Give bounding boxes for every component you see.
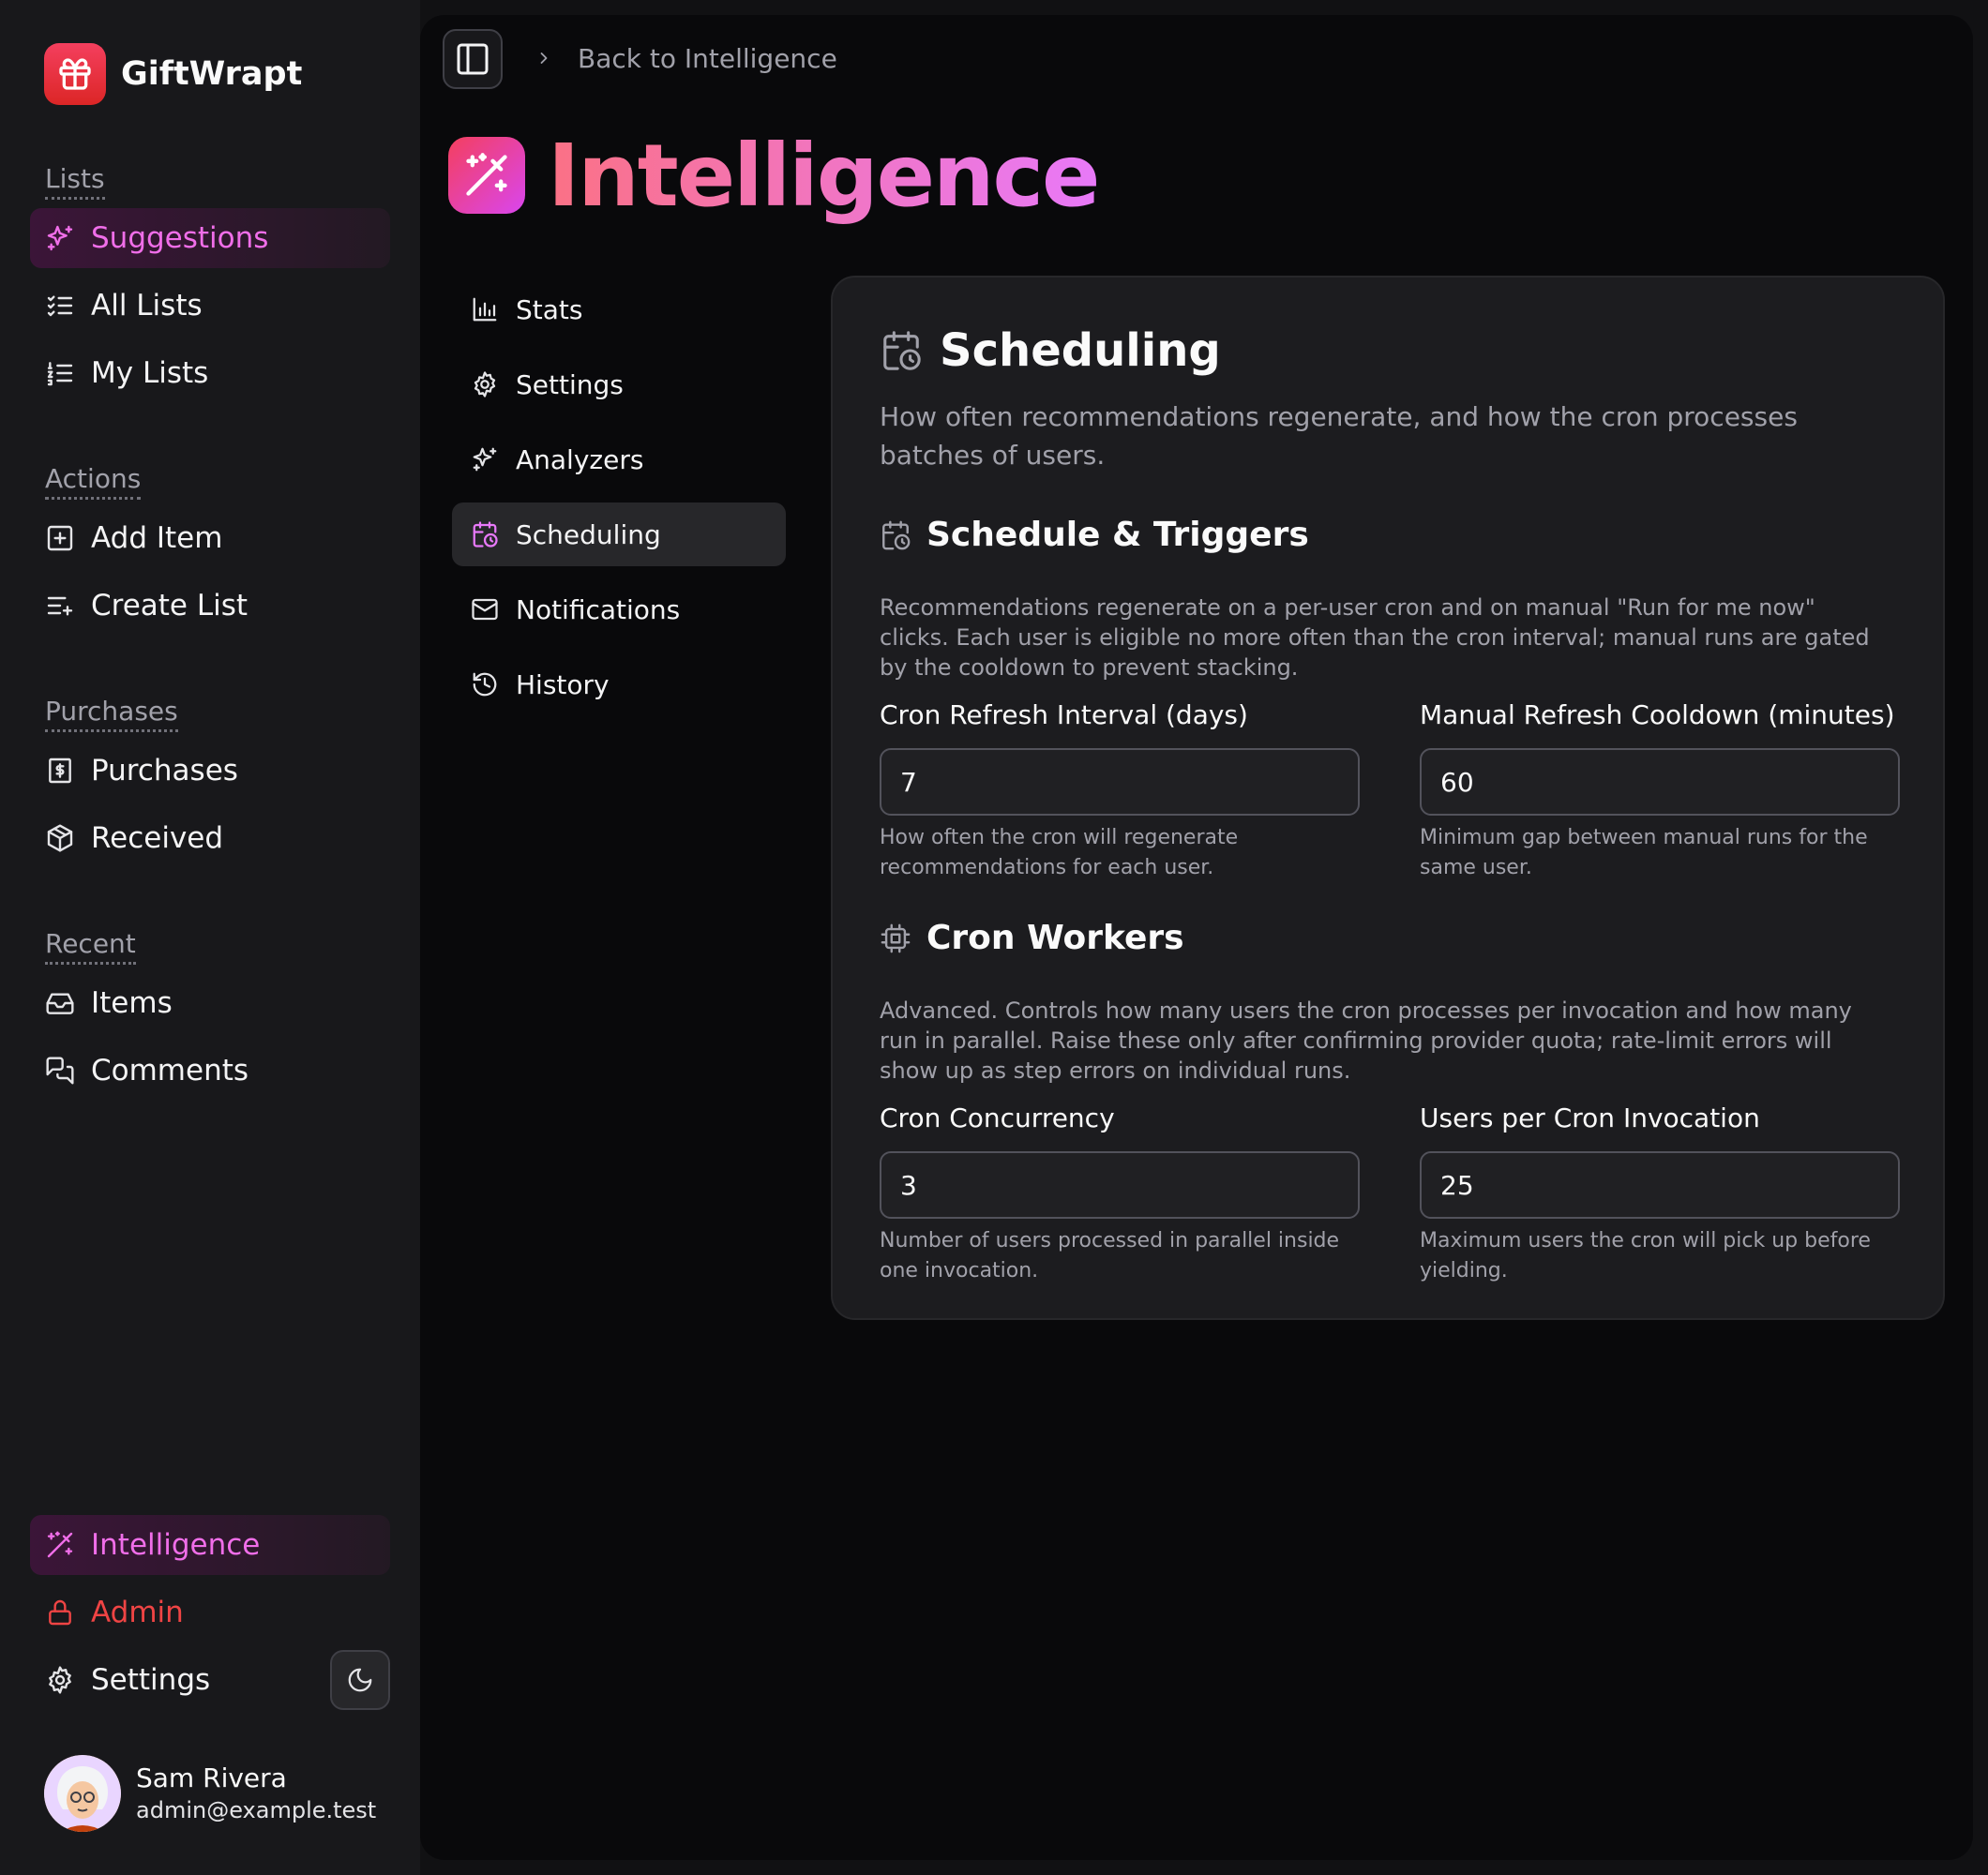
- sidebar-item-my-lists[interactable]: My Lists: [30, 343, 390, 403]
- chevron-right-icon: [535, 49, 553, 68]
- subnav-item-label: Analyzers: [516, 443, 644, 475]
- subnav-item-settings[interactable]: Settings: [452, 352, 786, 416]
- package-icon: [45, 823, 75, 853]
- manual-refresh-cooldown-help: Minimum gap between manual runs for the …: [1420, 826, 1868, 879]
- avatar: [44, 1755, 121, 1832]
- sidebar-item-label: Add Item: [91, 521, 223, 555]
- user-profile[interactable]: Sam Rivera admin@example.test: [44, 1755, 376, 1832]
- moon-icon: [346, 1666, 374, 1694]
- user-name: Sam Rivera: [136, 1762, 287, 1793]
- brand[interactable]: GiftWrapt: [44, 43, 302, 105]
- subnav-item-history[interactable]: History: [452, 652, 786, 716]
- subnav-item-label: History: [516, 668, 610, 700]
- sidebar: GiftWrapt Lists Suggestions All Lists My…: [0, 0, 420, 1875]
- plus-square-icon: [45, 523, 75, 553]
- wand-sparkles-icon: [448, 137, 525, 214]
- sidebar-item-label: Comments: [91, 1054, 249, 1088]
- users-per-invocation-label: Users per Cron Invocation: [1420, 1102, 1760, 1133]
- subnav-item-stats[interactable]: Stats: [452, 278, 786, 341]
- group-label-purchases: Purchases: [45, 696, 178, 732]
- sidebar-item-all-lists[interactable]: All Lists: [30, 276, 390, 336]
- scheduling-card: Scheduling How often recommendations reg…: [831, 276, 1945, 1320]
- subnav-item-scheduling[interactable]: Scheduling: [452, 502, 786, 566]
- sidebar-item-label: My Lists: [91, 356, 209, 390]
- sparkles-icon: [45, 223, 75, 253]
- panel-left-icon: [454, 40, 491, 78]
- list-plus-icon: [45, 591, 75, 621]
- sidebar-item-label: Items: [91, 986, 173, 1020]
- section-schedule-triggers: Schedule & Triggers: [880, 516, 1309, 554]
- subnav-item-analyzers[interactable]: Analyzers: [452, 428, 786, 491]
- list-checks-icon: [45, 291, 75, 321]
- user-email: admin@example.test: [136, 1797, 377, 1823]
- card-title: Scheduling: [940, 324, 1221, 377]
- main-panel: Back to Intelligence Intelligence Stats …: [420, 15, 1973, 1860]
- sidebar-item-label: Admin: [91, 1596, 184, 1629]
- sidebar-item-purchases[interactable]: Purchases: [30, 741, 390, 801]
- history-icon: [471, 670, 499, 698]
- cron-refresh-interval-input[interactable]: [880, 748, 1360, 816]
- cron-refresh-interval-help: How often the cron will regenerate recom…: [880, 826, 1239, 879]
- sidebar-item-intelligence[interactable]: Intelligence: [30, 1515, 390, 1575]
- wand-sparkles-icon: [45, 1530, 75, 1560]
- cron-concurrency-input[interactable]: [880, 1151, 1360, 1219]
- subnav-item-label: Notifications: [516, 593, 681, 625]
- manual-refresh-cooldown-input[interactable]: [1420, 748, 1900, 816]
- theme-toggle-button[interactable]: [330, 1650, 390, 1710]
- sidebar-item-create-list[interactable]: Create List: [30, 576, 390, 636]
- sidebar-item-label: Settings: [91, 1663, 211, 1697]
- subnav-item-notifications[interactable]: Notifications: [452, 578, 786, 641]
- section-description: Recommendations regenerate on a per-user…: [880, 594, 1870, 681]
- brand-name: GiftWrapt: [121, 55, 303, 93]
- sidebar-item-suggestions[interactable]: Suggestions: [30, 208, 390, 268]
- sidebar-item-label: All Lists: [91, 289, 203, 322]
- list-ordered-icon: [45, 358, 75, 388]
- gear-icon: [471, 370, 499, 398]
- mail-icon: [471, 595, 499, 623]
- inbox-icon: [45, 988, 75, 1018]
- subnav-item-label: Settings: [516, 368, 624, 400]
- section-cron-workers: Cron Workers: [880, 919, 1184, 957]
- sidebar-item-items[interactable]: Items: [30, 973, 390, 1033]
- sidebar-item-settings[interactable]: Settings: [30, 1650, 311, 1710]
- receipt-icon: [45, 756, 75, 786]
- subnav-item-label: Stats: [516, 293, 583, 325]
- subnav-item-label: Scheduling: [516, 518, 661, 550]
- bar-chart-icon: [471, 295, 499, 323]
- sidebar-item-received[interactable]: Received: [30, 808, 390, 868]
- sidebar-item-label: Received: [91, 821, 224, 855]
- lock-icon: [45, 1598, 75, 1628]
- calendar-clock-icon: [880, 519, 911, 551]
- cron-concurrency-label: Cron Concurrency: [880, 1102, 1115, 1133]
- sidebar-item-label: Suggestions: [91, 221, 269, 255]
- sidebar-toggle-button[interactable]: [443, 29, 503, 89]
- breadcrumb-back-link[interactable]: Back to Intelligence: [578, 43, 837, 74]
- group-label-lists: Lists: [45, 163, 105, 200]
- section-title: Schedule & Triggers: [926, 516, 1309, 554]
- gear-icon: [45, 1665, 75, 1695]
- sparkles-icon: [471, 445, 499, 473]
- sidebar-item-admin[interactable]: Admin: [30, 1582, 390, 1642]
- users-per-invocation-input[interactable]: [1420, 1151, 1900, 1219]
- sidebar-item-label: Intelligence: [91, 1528, 261, 1562]
- calendar-clock-icon: [880, 329, 923, 372]
- sidebar-item-add-item[interactable]: Add Item: [30, 508, 390, 568]
- cron-concurrency-help: Number of users processed in parallel in…: [880, 1229, 1340, 1282]
- cpu-icon: [880, 922, 911, 954]
- section-title: Cron Workers: [926, 919, 1184, 957]
- sidebar-item-comments[interactable]: Comments: [30, 1041, 390, 1101]
- manual-refresh-cooldown-label: Manual Refresh Cooldown (minutes): [1420, 699, 1895, 730]
- users-per-invocation-help: Maximum users the cron will pick up befo…: [1420, 1229, 1871, 1282]
- group-label-recent: Recent: [45, 928, 136, 965]
- section-description: Advanced. Controls how many users the cr…: [880, 998, 1852, 1084]
- cron-refresh-interval-label: Cron Refresh Interval (days): [880, 699, 1248, 730]
- page-title: Intelligence: [548, 126, 1100, 226]
- messages-icon: [45, 1056, 75, 1086]
- card-description: How often recommendations regenerate, an…: [880, 401, 1798, 471]
- gift-icon: [44, 43, 106, 105]
- group-label-actions: Actions: [45, 463, 142, 500]
- sidebar-item-label: Purchases: [91, 754, 238, 788]
- sidebar-item-label: Create List: [91, 589, 248, 622]
- calendar-clock-icon: [471, 520, 499, 548]
